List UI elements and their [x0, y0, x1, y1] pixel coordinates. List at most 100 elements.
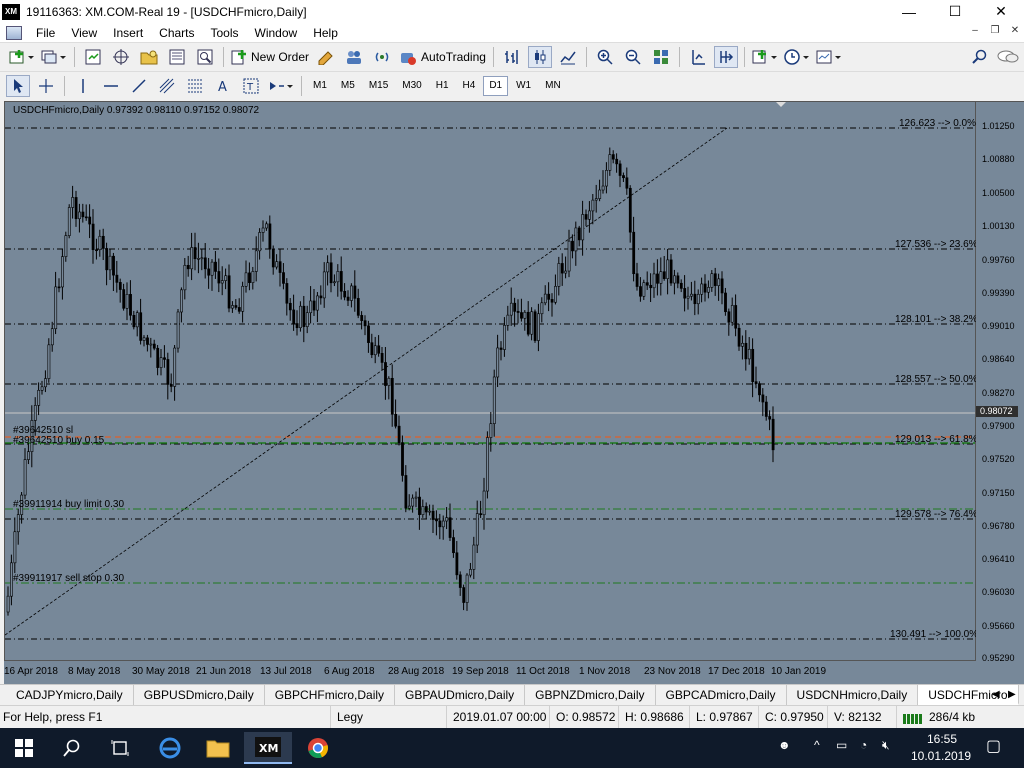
- close-button[interactable]: ✕: [978, 0, 1024, 23]
- zoom-out-button[interactable]: [621, 46, 645, 68]
- maximize-button[interactable]: ☐: [932, 0, 978, 23]
- taskbar-clock-time[interactable]: 16:55: [922, 732, 962, 746]
- metaeditor-button[interactable]: [314, 46, 338, 68]
- navigator-button[interactable]: [137, 46, 161, 68]
- chat-button[interactable]: [996, 46, 1020, 68]
- zoom-in-button[interactable]: [593, 46, 617, 68]
- edge-taskbar-button[interactable]: [146, 732, 194, 764]
- candle-body: [237, 307, 241, 312]
- volume-muted-icon[interactable]: 🔇︎: [882, 738, 890, 753]
- tab-scroll-right-icon[interactable]: ▶: [1008, 689, 1016, 700]
- line-chart-button[interactable]: [556, 46, 580, 68]
- timeframe-mn[interactable]: MN: [539, 76, 567, 96]
- market-watch-button[interactable]: [81, 46, 105, 68]
- signals-button[interactable]: [370, 46, 394, 68]
- candle-body: [693, 293, 697, 305]
- task-view-button[interactable]: [96, 732, 144, 764]
- order-buy-limit-label[interactable]: #39911914 buy limit 0.30: [13, 499, 124, 510]
- menu-file[interactable]: File: [28, 23, 63, 43]
- price-scale[interactable]: 1.01250 1.00880 1.00500 1.00130 0.99760 0.993…: [976, 101, 1024, 663]
- chart-tab[interactable]: CADJPYmicro,Daily: [0, 685, 134, 705]
- order-buy-label[interactable]: #39642510 buy 0.15: [13, 435, 104, 446]
- chart-tab[interactable]: GBPCHFmicro,Daily: [265, 685, 396, 705]
- terminal-button[interactable]: [165, 46, 189, 68]
- status-low: L: 0.97867: [689, 706, 753, 729]
- periods-button[interactable]: [783, 46, 811, 68]
- auto-scroll-button[interactable]: [713, 46, 738, 68]
- time-scale[interactable]: 16 Apr 2018 8 May 2018 30 May 2018 21 Jun 2…: [4, 661, 1024, 684]
- mt4-taskbar-button[interactable]: XM: [244, 732, 292, 764]
- menu-window[interactable]: Window: [247, 23, 306, 43]
- mdi-close-button[interactable]: ✕: [1006, 25, 1024, 41]
- timeframe-m5[interactable]: M5: [335, 76, 361, 96]
- candle-body: [329, 262, 333, 284]
- chart-shift-button[interactable]: [686, 46, 710, 68]
- experts-button[interactable]: [342, 46, 366, 68]
- start-button[interactable]: [0, 732, 48, 764]
- chart-tab[interactable]: GBPCADmicro,Daily: [656, 685, 787, 705]
- timeframe-m1[interactable]: M1: [307, 76, 333, 96]
- trendline-button[interactable]: [127, 75, 151, 97]
- candle-body: [67, 207, 71, 236]
- chart-tab[interactable]: GBPAUDmicro,Daily: [395, 685, 526, 705]
- file-explorer-taskbar-button[interactable]: [194, 732, 242, 764]
- people-icon[interactable]: ☻: [778, 738, 791, 752]
- action-center-icon[interactable]: ▢: [986, 736, 1001, 756]
- network-wifi-icon[interactable]: ◔: [860, 738, 867, 752]
- chart-tab-active[interactable]: USDCHFmicro: [918, 685, 1019, 705]
- svg-text:XM: XM: [259, 742, 278, 755]
- search-taskbar-button[interactable]: [48, 732, 96, 764]
- horizontal-line-button[interactable]: [99, 75, 123, 97]
- market-watch-icon: [85, 49, 101, 65]
- equidistant-channel-button[interactable]: [155, 75, 179, 97]
- minimize-button[interactable]: —: [886, 0, 932, 23]
- arrows-button[interactable]: [267, 75, 295, 97]
- tile-windows-button[interactable]: [649, 46, 673, 68]
- order-sell-stop-label[interactable]: #39911917 sell stop 0.30: [13, 573, 124, 584]
- taskbar-clock-date[interactable]: 10.01.2019: [908, 749, 974, 763]
- chart-tab[interactable]: GBPNZDmicro,Daily: [525, 685, 656, 705]
- indicators-button[interactable]: [751, 46, 779, 68]
- strategy-tester-button[interactable]: [193, 46, 217, 68]
- battery-icon[interactable]: ▭: [836, 738, 847, 752]
- document-icon[interactable]: [6, 25, 22, 40]
- fibonacci-button[interactable]: [183, 75, 207, 97]
- timeframe-d1[interactable]: D1: [483, 75, 509, 96]
- new-order-button[interactable]: New Order: [230, 46, 310, 68]
- text-label-button[interactable]: T: [239, 75, 263, 97]
- menu-charts[interactable]: Charts: [151, 23, 202, 43]
- bar-chart-button[interactable]: [500, 46, 524, 68]
- search-button[interactable]: [968, 46, 992, 68]
- crosshair-tool-button[interactable]: [34, 75, 58, 97]
- timeframe-w1[interactable]: W1: [510, 76, 537, 96]
- mdi-minimize-button[interactable]: –: [966, 25, 984, 41]
- candle-body: [754, 381, 758, 384]
- chart-tab[interactable]: GBPUSDmicro,Daily: [134, 685, 265, 705]
- profiles-button[interactable]: [40, 46, 68, 68]
- menu-help[interactable]: Help: [305, 23, 346, 43]
- chrome-taskbar-button[interactable]: [294, 732, 342, 764]
- timeframe-h1[interactable]: H1: [430, 76, 455, 96]
- new-chart-button[interactable]: [8, 46, 36, 68]
- candle-body: [149, 343, 153, 346]
- timeframe-m30[interactable]: M30: [396, 76, 427, 96]
- mdi-restore-button[interactable]: ❐: [986, 25, 1004, 41]
- chart-tab[interactable]: USDCNHmicro,Daily: [787, 685, 919, 705]
- vertical-line-button[interactable]: [71, 75, 95, 97]
- menu-insert[interactable]: Insert: [105, 23, 151, 43]
- tab-scroll-left-icon[interactable]: ◀: [992, 689, 1000, 700]
- menu-view[interactable]: View: [63, 23, 105, 43]
- candlestick-chart-button[interactable]: [527, 46, 552, 68]
- menu-tools[interactable]: Tools: [203, 23, 247, 43]
- data-window-button[interactable]: [109, 46, 133, 68]
- autotrading-button[interactable]: AutoTrading: [398, 46, 487, 68]
- timeframe-h4[interactable]: H4: [457, 76, 482, 96]
- templates-button[interactable]: [815, 46, 843, 68]
- text-tool-button[interactable]: A: [211, 75, 235, 97]
- chart-plot-area[interactable]: USDCHFmicro,Daily 0.97392 0.98110 0.9715…: [4, 101, 978, 661]
- candle-body: [74, 197, 78, 220]
- candle-body: [720, 278, 724, 294]
- timeframe-m15[interactable]: M15: [363, 76, 394, 96]
- show-hidden-icons-chevron-icon[interactable]: ^: [814, 738, 820, 752]
- cursor-tool-button[interactable]: [6, 74, 30, 97]
